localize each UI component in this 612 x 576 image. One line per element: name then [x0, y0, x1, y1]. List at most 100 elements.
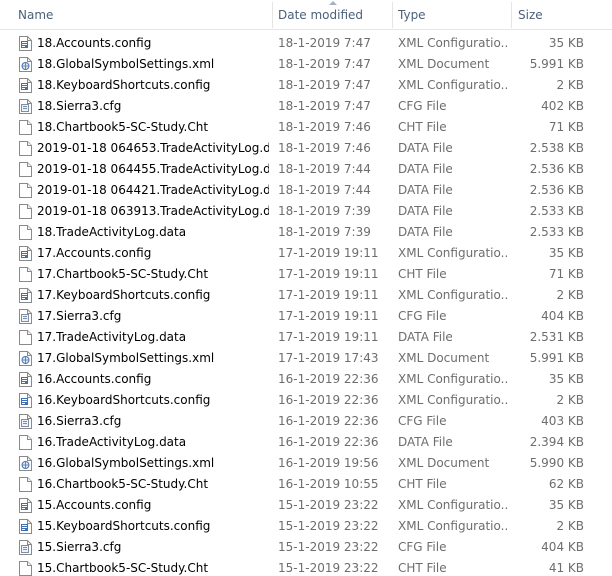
file-size: 403 KB — [541, 414, 584, 428]
file-type: XML Configuratio... — [398, 246, 508, 260]
file-size: 35 KB — [548, 246, 584, 260]
file-name: 15.Sierra3.cfg — [37, 540, 122, 554]
cfg-file-icon — [19, 309, 32, 324]
file-size: 2 KB — [556, 288, 584, 302]
file-type: XML Document — [398, 351, 490, 365]
file-date-modified: 16-1-2019 22:36 — [278, 435, 379, 449]
blank-file-icon — [19, 267, 32, 282]
file-name: 16.Accounts.config — [37, 372, 152, 386]
file-row[interactable]: 17.TradeActivityLog.data 17-1-2019 19:11 D… — [0, 327, 612, 348]
file-type: DATA File — [398, 225, 453, 239]
file-row[interactable]: 18.Chartbook5-SC-Study.Cht 18-1-2019 7:46… — [0, 117, 612, 138]
file-name: 18.GlobalSymbolSettings.xml — [37, 57, 215, 71]
xml-config-file-icon — [19, 393, 32, 408]
file-name: 18.KeyboardShortcuts.config — [37, 78, 211, 92]
file-name: 17.Sierra3.cfg — [37, 309, 122, 323]
file-name: 2019-01-18 063913.TradeActivityLog.data — [37, 204, 269, 218]
file-type: XML Document — [398, 456, 490, 470]
file-date-modified: 15-1-2019 23:22 — [278, 540, 379, 554]
file-row[interactable]: 18.Accounts.config 18-1-2019 7:47 XML Conf… — [0, 33, 612, 54]
file-date-modified: 18-1-2019 7:39 — [278, 225, 371, 239]
file-date-modified: 15-1-2019 23:22 — [278, 561, 379, 575]
column-header-type[interactable]: Type — [393, 0, 511, 30]
file-type: CFG File — [398, 414, 447, 428]
file-date-modified: 17-1-2019 19:11 — [278, 288, 379, 302]
column-header-bar: Name Date modified Type Size — [0, 0, 612, 30]
blank-file-icon — [19, 162, 32, 177]
file-name: 15.Accounts.config — [37, 498, 152, 512]
file-name: 16.GlobalSymbolSettings.xml — [37, 456, 215, 470]
blank-file-icon — [19, 435, 32, 450]
file-date-modified: 18-1-2019 7:47 — [278, 78, 371, 92]
file-row[interactable]: 15.Accounts.config 15-1-2019 23:22 XML Con… — [0, 495, 612, 516]
file-size: 2.533 KB — [529, 204, 584, 218]
file-row[interactable]: 16.Sierra3.cfg 16-1-2019 22:36 CFG File 403… — [0, 411, 612, 432]
file-date-modified: 15-1-2019 23:22 — [278, 498, 379, 512]
file-size: 41 KB — [548, 561, 584, 575]
file-date-modified: 17-1-2019 19:11 — [278, 309, 379, 323]
column-header-size[interactable]: Size — [512, 0, 612, 30]
blank-file-icon — [19, 477, 32, 492]
file-type: CHT File — [398, 267, 447, 281]
file-row[interactable]: 15.Sierra3.cfg 15-1-2019 23:22 CFG File 404… — [0, 537, 612, 558]
file-row[interactable]: 17.Sierra3.cfg 17-1-2019 19:11 CFG File 404… — [0, 306, 612, 327]
file-row[interactable]: 18.TradeActivityLog.data 18-1-2019 7:39 DA… — [0, 222, 612, 243]
xml-document-icon — [19, 456, 32, 471]
blank-file-icon — [19, 141, 32, 156]
file-row[interactable]: 18.Sierra3.cfg 18-1-2019 7:47 CFG File 402 … — [0, 96, 612, 117]
file-name: 17.Accounts.config — [37, 246, 152, 260]
column-header-type-label: Type — [398, 8, 426, 22]
xml-config-file-icon — [19, 246, 32, 261]
file-type: DATA File — [398, 204, 453, 218]
file-type: CHT File — [398, 120, 447, 134]
blank-file-icon — [19, 561, 32, 576]
file-row[interactable]: 16.GlobalSymbolSettings.xml 16-1-2019 19:… — [0, 453, 612, 474]
file-type: XML Configuratio... — [398, 519, 508, 533]
file-row[interactable]: 2019-01-18 063913.TradeActivityLog.data 1… — [0, 201, 612, 222]
cfg-file-icon — [19, 414, 32, 429]
file-size: 62 KB — [548, 477, 584, 491]
file-type: DATA File — [398, 330, 453, 344]
xml-config-file-icon — [19, 78, 32, 93]
file-size: 5.991 KB — [529, 351, 584, 365]
file-size: 2.394 KB — [529, 435, 584, 449]
file-name: 18.TradeActivityLog.data — [37, 225, 187, 239]
file-date-modified: 16-1-2019 22:36 — [278, 393, 379, 407]
file-date-modified: 15-1-2019 23:22 — [278, 519, 379, 533]
file-size: 2.531 KB — [529, 330, 584, 344]
file-type: XML Configuratio... — [398, 372, 508, 386]
file-row[interactable]: 17.Accounts.config 17-1-2019 19:11 XML Con… — [0, 243, 612, 264]
file-row[interactable]: 2019-01-18 064455.TradeActivityLog.data 1… — [0, 159, 612, 180]
blank-file-icon — [19, 120, 32, 135]
cfg-file-icon — [19, 540, 32, 555]
file-name: 2019-01-18 064653.TradeActivityLog.data — [37, 141, 269, 155]
file-size: 402 KB — [541, 99, 584, 113]
file-type: CHT File — [398, 477, 447, 491]
file-row[interactable]: 18.GlobalSymbolSettings.xml 18-1-2019 7:4… — [0, 54, 612, 75]
file-row[interactable]: 18.KeyboardShortcuts.config 18-1-2019 7:4… — [0, 75, 612, 96]
file-row[interactable]: 16.KeyboardShortcuts.config 16-1-2019 22:… — [0, 390, 612, 411]
file-name: 2019-01-18 064455.TradeActivityLog.data — [37, 162, 269, 176]
file-row[interactable]: 15.Chartbook5-SC-Study.Cht 15-1-2019 23:2… — [0, 558, 612, 576]
file-size: 2.538 KB — [529, 141, 584, 155]
file-row[interactable]: 17.GlobalSymbolSettings.xml 17-1-2019 17:… — [0, 348, 612, 369]
file-name: 18.Sierra3.cfg — [37, 99, 122, 113]
file-row[interactable]: 17.Chartbook5-SC-Study.Cht 17-1-2019 19:1… — [0, 264, 612, 285]
column-header-name[interactable]: Name — [0, 0, 272, 30]
file-row[interactable]: 15.KeyboardShortcuts.config 15-1-2019 23:… — [0, 516, 612, 537]
file-size: 404 KB — [541, 540, 584, 554]
file-date-modified: 16-1-2019 22:36 — [278, 372, 379, 386]
file-row[interactable]: 16.Chartbook5-SC-Study.Cht 16-1-2019 10:5… — [0, 474, 612, 495]
file-type: XML Configuratio... — [398, 288, 508, 302]
file-row[interactable]: 2019-01-18 064653.TradeActivityLog.data 1… — [0, 138, 612, 159]
file-row[interactable]: 16.Accounts.config 16-1-2019 22:36 XML Con… — [0, 369, 612, 390]
file-explorer-list: Name Date modified Type Size 18.Accounts… — [0, 0, 612, 576]
file-type: DATA File — [398, 141, 453, 155]
file-row[interactable]: 2019-01-18 064421.TradeActivityLog.data 1… — [0, 180, 612, 201]
sort-ascending-icon — [328, 1, 337, 5]
column-header-date-modified[interactable]: Date modified — [273, 0, 392, 30]
file-type: XML Configuratio... — [398, 393, 508, 407]
file-row[interactable]: 16.TradeActivityLog.data 16-1-2019 22:36 D… — [0, 432, 612, 453]
file-date-modified: 17-1-2019 19:11 — [278, 330, 379, 344]
file-row[interactable]: 17.KeyboardShortcuts.config 17-1-2019 19:… — [0, 285, 612, 306]
